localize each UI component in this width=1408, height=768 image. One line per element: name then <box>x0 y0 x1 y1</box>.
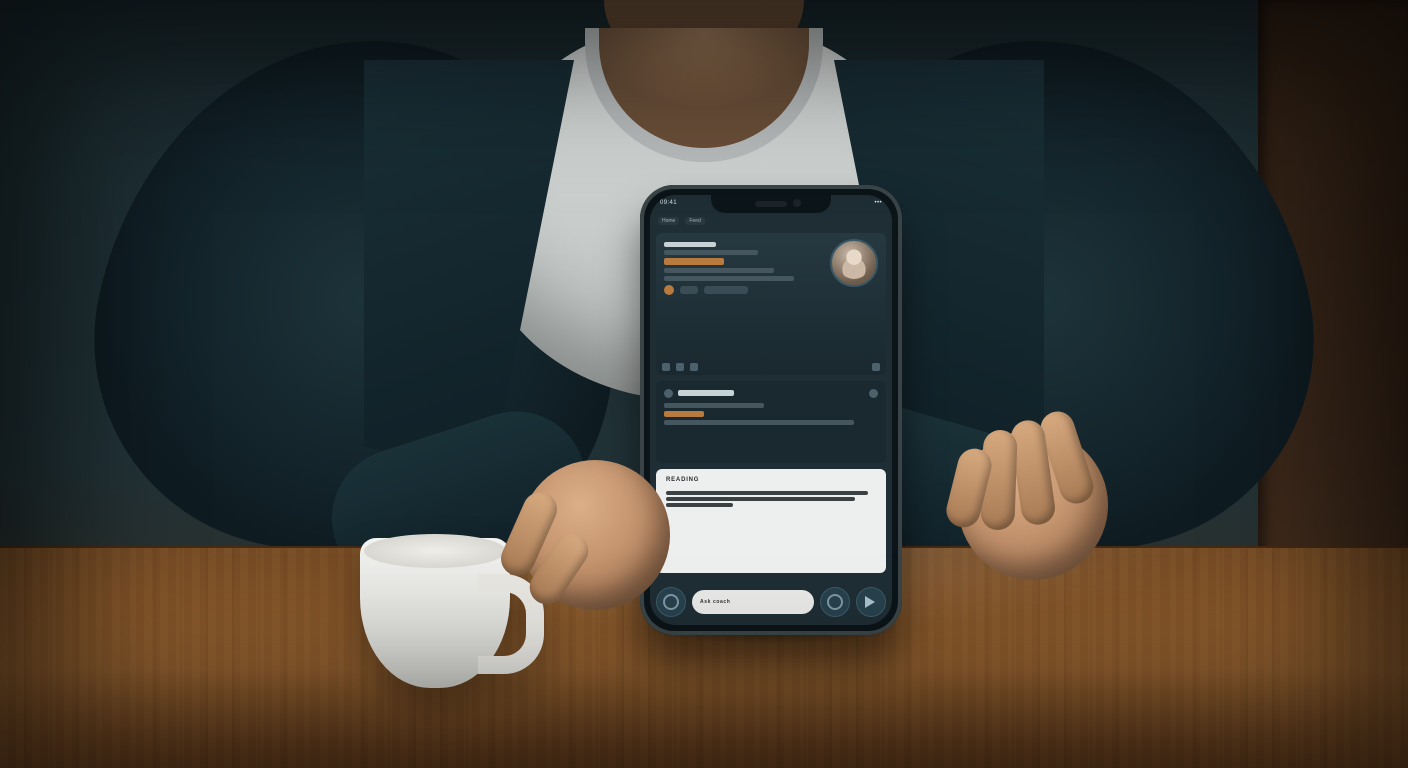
hand-right <box>958 430 1108 580</box>
status-time: 09:41 <box>660 200 677 208</box>
panel-text <box>666 497 855 501</box>
share-icon[interactable] <box>690 363 698 371</box>
hand-left <box>520 460 670 610</box>
phone-screen[interactable]: 09:41 ••• Home Feed <box>650 195 892 625</box>
bottom-toolbar: Ask coach <box>656 585 886 619</box>
panel-text <box>666 491 868 495</box>
meta-chip <box>704 286 748 294</box>
section-label <box>678 390 734 396</box>
photo-scene: 09:41 ••• Home Feed <box>0 0 1408 768</box>
meta-chip <box>680 286 698 294</box>
section-line <box>664 420 854 425</box>
section-badge <box>664 411 704 417</box>
send-button[interactable] <box>856 587 886 617</box>
more-icon[interactable] <box>869 389 878 398</box>
panel-text <box>666 503 733 507</box>
profile-card[interactable] <box>656 233 886 375</box>
card-tag <box>664 258 724 265</box>
attachment-button[interactable] <box>656 587 686 617</box>
top-tabs[interactable]: Home Feed <box>650 213 892 229</box>
avatar-icon <box>664 389 673 398</box>
card-subtitle <box>664 250 758 255</box>
message-input[interactable]: Ask coach <box>692 590 814 614</box>
bookmark-icon[interactable] <box>872 363 880 371</box>
panel-heading: READING <box>666 477 876 485</box>
tab-feed[interactable]: Feed <box>685 217 704 226</box>
comment-icon[interactable] <box>676 363 684 371</box>
card-line <box>664 268 774 273</box>
profile-avatar[interactable] <box>830 239 878 287</box>
card-meta-row <box>664 285 826 295</box>
reader-panel[interactable]: READING <box>656 469 886 573</box>
tab-home[interactable]: Home <box>658 217 679 226</box>
user-icon <box>664 285 674 295</box>
card-line <box>664 276 794 281</box>
section-line <box>664 403 764 408</box>
card-title <box>664 242 716 247</box>
voice-button[interactable] <box>820 587 850 617</box>
status-indicators: ••• <box>874 200 882 208</box>
phone-notch <box>711 195 831 213</box>
like-icon[interactable] <box>662 363 670 371</box>
coffee-cup <box>360 538 510 688</box>
smartphone: 09:41 ••• Home Feed <box>640 185 902 635</box>
secondary-card[interactable] <box>656 381 886 463</box>
